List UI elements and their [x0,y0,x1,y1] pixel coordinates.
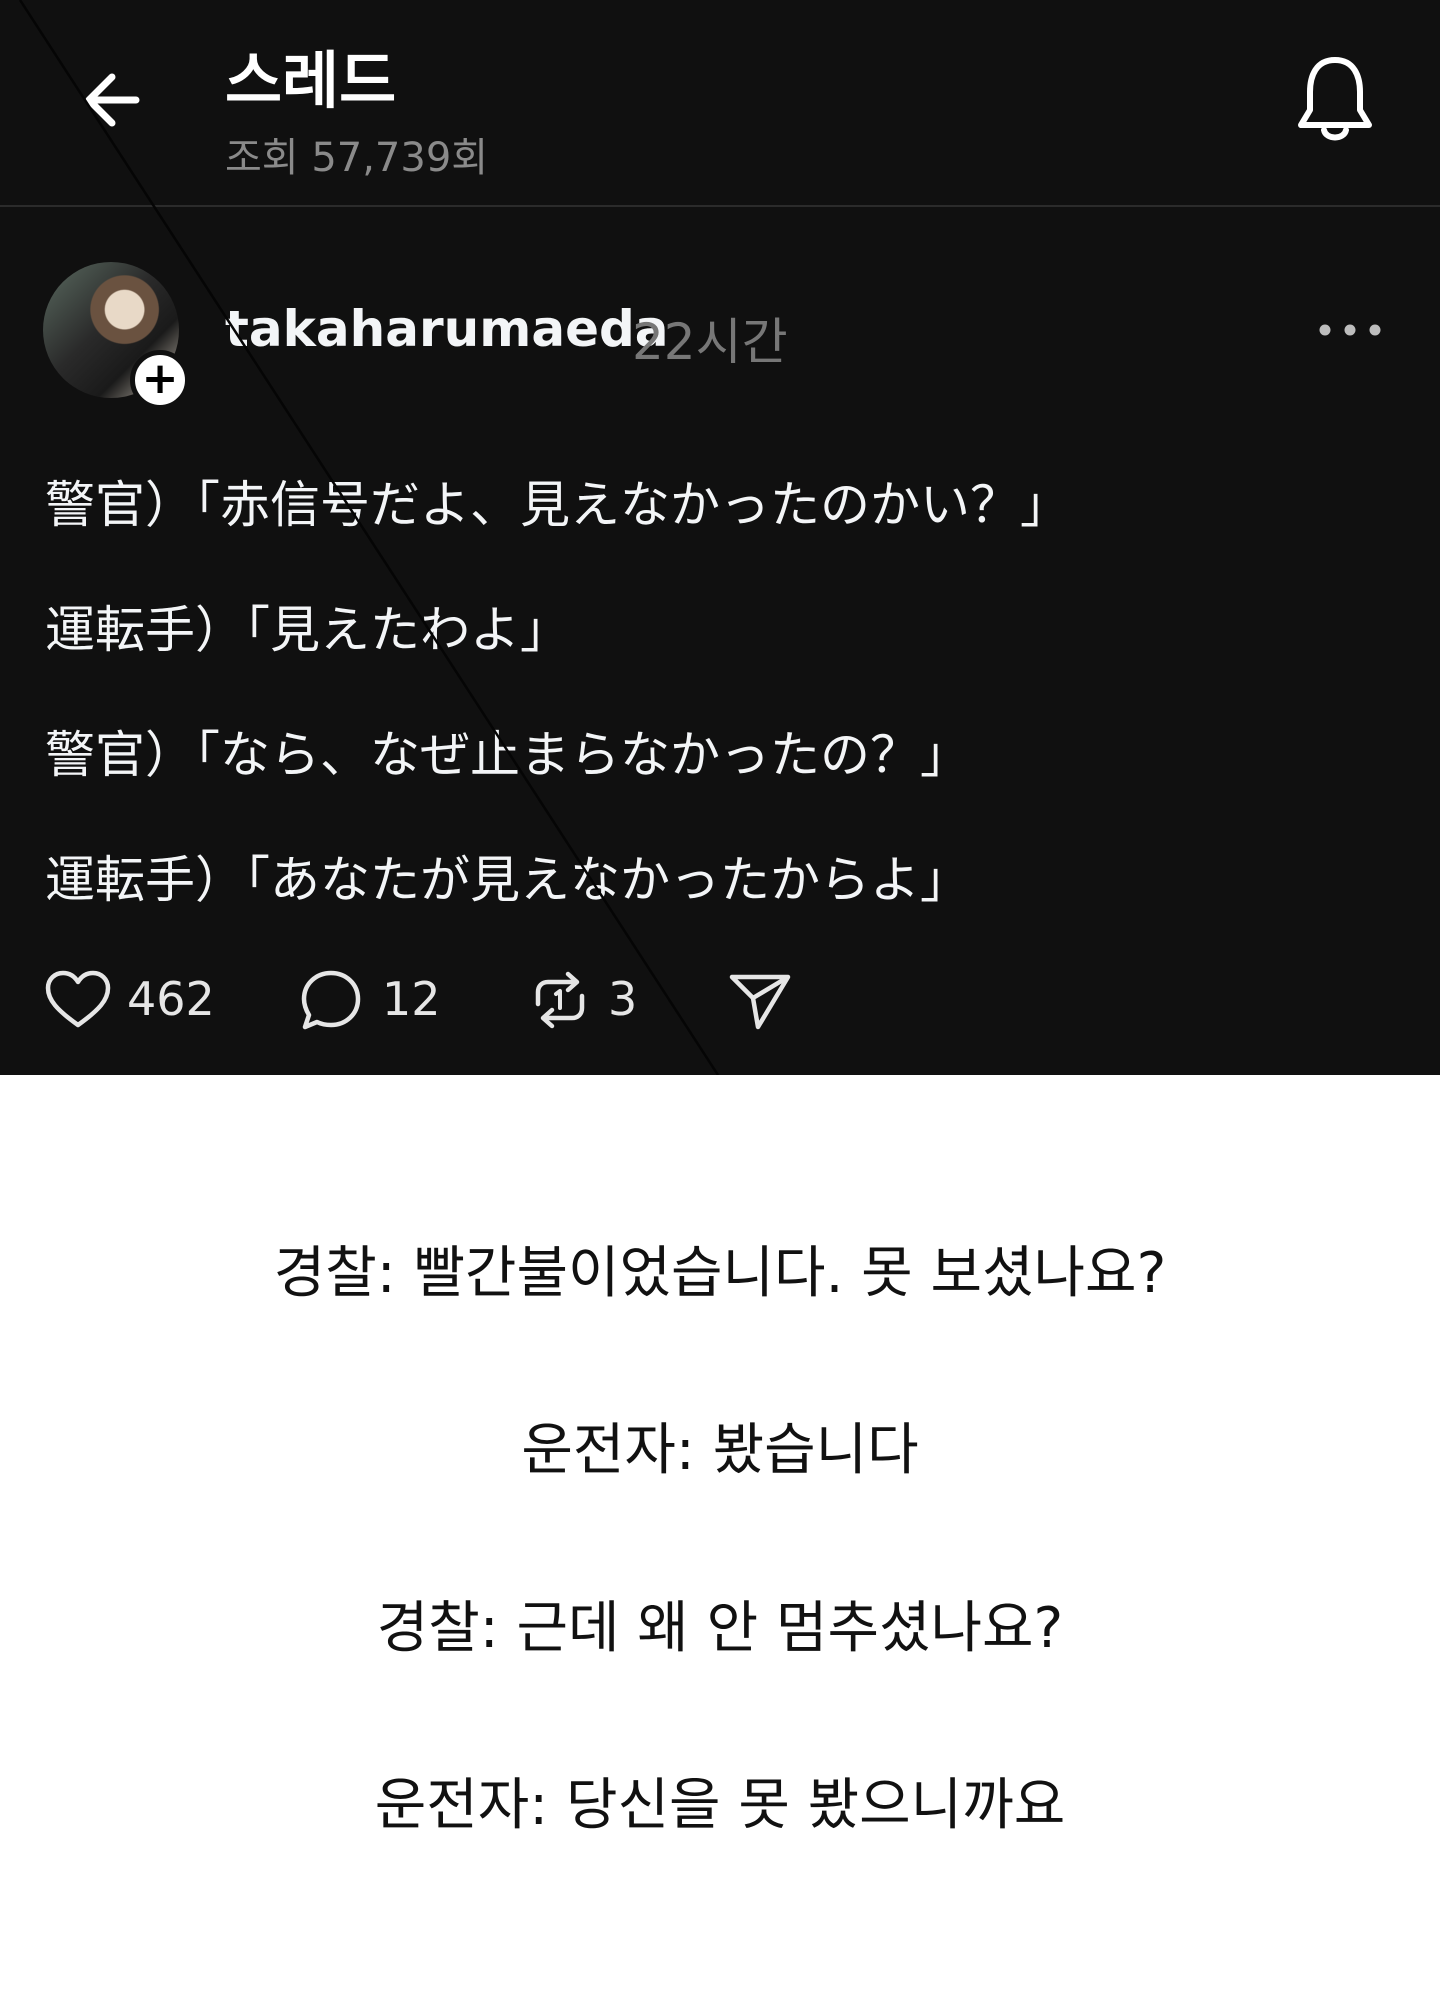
bell-icon [1298,57,1372,141]
arrow-left-icon [85,73,140,127]
heart-icon [45,970,111,1028]
follow-button[interactable]: + [130,350,190,410]
post-text-line: 警官）「なら、なぜ止まらなかったの？」 [45,726,970,784]
notifications-button[interactable] [1290,50,1380,150]
translation-line: 경찰: 근데 왜 안 멈추셨나요? [376,1596,1064,1661]
share-button[interactable] [728,965,798,1035]
plus-icon: + [141,353,179,404]
page-title: 스레드 [225,44,397,117]
post-time: 22시간 [632,313,788,371]
repost-button[interactable]: 3 [528,965,658,1035]
translation-line: 경찰: 빨간불이었습니다. 못 보셨나요? [273,1241,1167,1306]
repost-count: 3 [608,972,638,1026]
like-button[interactable]: 462 [45,965,225,1035]
top-bar: 스레드 조회 57,739회 [0,0,1440,205]
reply-button[interactable]: 12 [300,965,460,1035]
post-text-line: 運転手）「あなたが見えなかったからよ」 [45,851,970,909]
view-count: 조회 57,739회 [225,135,489,181]
reply-count: 12 [382,972,441,1026]
post-text-line: 運転手）「見えたわよ」 [45,601,570,659]
threads-screenshot: 스레드 조회 57,739회 + takaharumaeda 22시간 警官）「… [0,0,1440,1075]
like-count: 462 [127,972,215,1026]
post-username[interactable]: takaharumaeda [225,300,669,358]
back-button[interactable] [70,55,160,145]
translation-line: 운전자: 봤습니다 [521,1418,919,1483]
repost-icon [535,971,585,1029]
more-horizontal-icon [1319,324,1381,336]
send-icon [729,974,791,1030]
post-text-line: 警官）「赤信号だよ、見えなかったのかい？」 [45,476,1070,534]
translation-line: 운전자: 당신을 못 봤으니까요 [374,1773,1066,1838]
comment-icon [301,970,361,1030]
header-divider [0,205,1440,207]
more-options-button[interactable] [1315,310,1385,350]
